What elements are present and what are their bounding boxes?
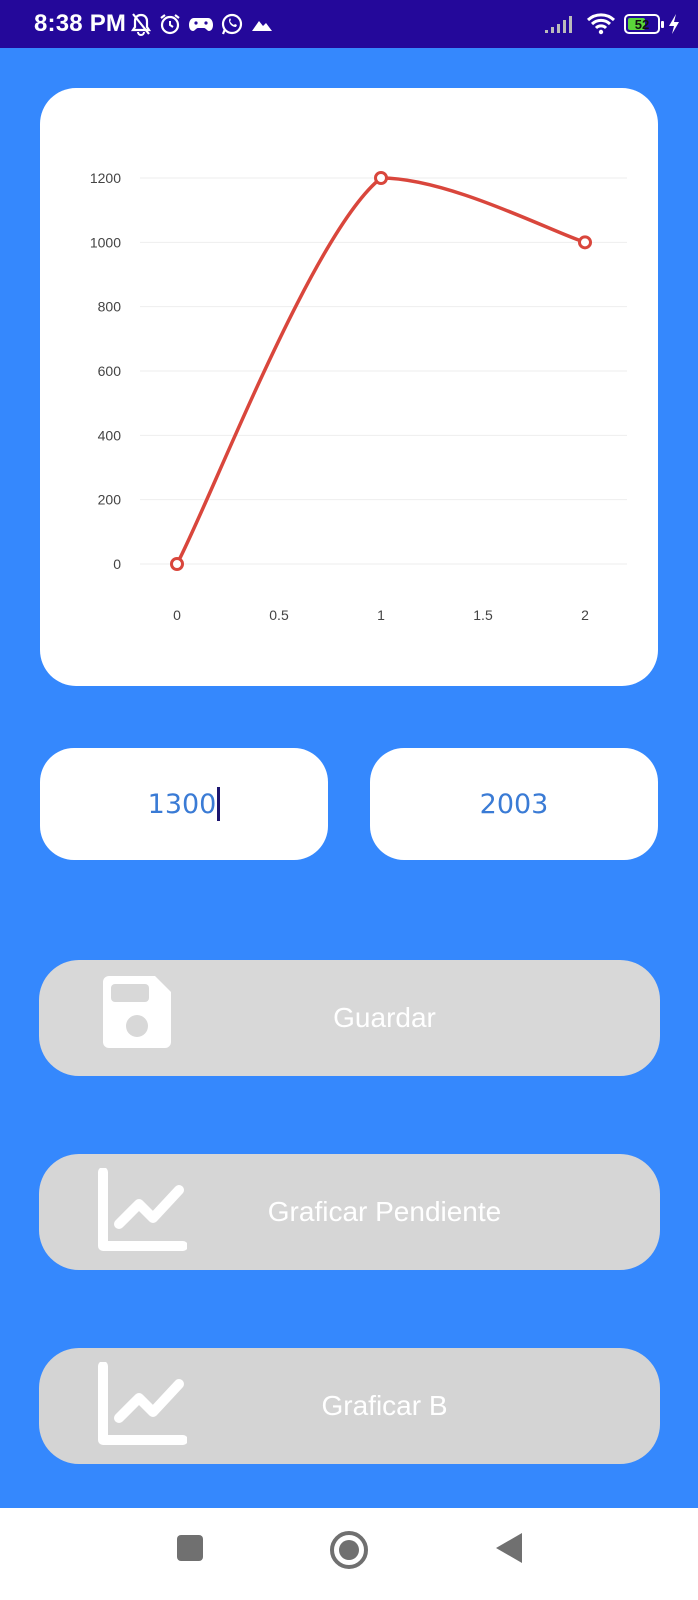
bell-off-icon [130, 12, 152, 36]
save-button-label: Guardar [333, 1002, 436, 1033]
graph-slope-button[interactable]: Graficar Pendiente [39, 1154, 660, 1270]
chart-card: 0 200 400 600 800 1000 1200 0 0.5 1 1.5 2 [40, 88, 658, 686]
signal-icon [544, 14, 578, 34]
navigation-bar [0, 1508, 698, 1600]
recents-square-icon[interactable] [176, 1534, 204, 1567]
graph-b-button[interactable]: Graficar B [39, 1348, 660, 1464]
graph-slope-label: Graficar Pendiente [267, 1196, 502, 1227]
x-tick-label: 1.5 [473, 607, 493, 623]
line-chart-icon [97, 1361, 188, 1455]
mountain-icon [250, 14, 274, 34]
y-tick-label: 800 [98, 299, 122, 315]
y-tick-label: 600 [98, 363, 122, 379]
floppy-disk-icon [97, 974, 177, 1061]
line-chart-icon [97, 1167, 188, 1261]
wifi-icon [586, 13, 616, 35]
x-tick-label: 0.5 [269, 607, 289, 623]
y-tick-label: 200 [98, 492, 122, 508]
second-value-input[interactable]: 2003 [370, 748, 658, 860]
home-circle-icon[interactable] [329, 1530, 369, 1575]
graph-b-label: Graficar B [321, 1390, 448, 1421]
status-time: 8:38 PM [34, 10, 127, 37]
y-tick-label: 0 [113, 556, 121, 572]
notification-icons [130, 10, 274, 38]
system-icons: 52 [544, 10, 680, 38]
x-tick-label: 0 [173, 607, 181, 623]
y-tick-label: 1200 [90, 170, 121, 186]
second-value-text: 2003 [479, 788, 549, 820]
save-button[interactable]: Guardar [39, 960, 660, 1076]
back-triangle-icon[interactable] [494, 1532, 524, 1569]
x-tick-label: 1 [377, 607, 385, 623]
battery-icon: 52 [624, 14, 664, 34]
first-value-input[interactable]: 1300 [40, 748, 328, 860]
alarm-icon [158, 12, 182, 36]
text-cursor [217, 787, 221, 821]
x-tick-label: 2 [581, 607, 589, 623]
data-point [578, 235, 592, 250]
battery-tip [661, 21, 664, 28]
whatsapp-icon [220, 12, 244, 36]
data-point [170, 557, 184, 571]
first-value-text: 1300 [147, 788, 217, 820]
game-controller-icon [188, 13, 214, 35]
line-chart: 0 200 400 600 800 1000 1200 0 0.5 1 1.5 2 [90, 170, 627, 623]
charging-icon [668, 13, 680, 35]
y-tick-label: 400 [98, 427, 122, 443]
battery-level: 52 [634, 16, 650, 32]
status-bar: 8:38 PM 52 [0, 0, 698, 48]
data-point [374, 171, 388, 185]
y-tick-label: 1000 [90, 234, 121, 250]
